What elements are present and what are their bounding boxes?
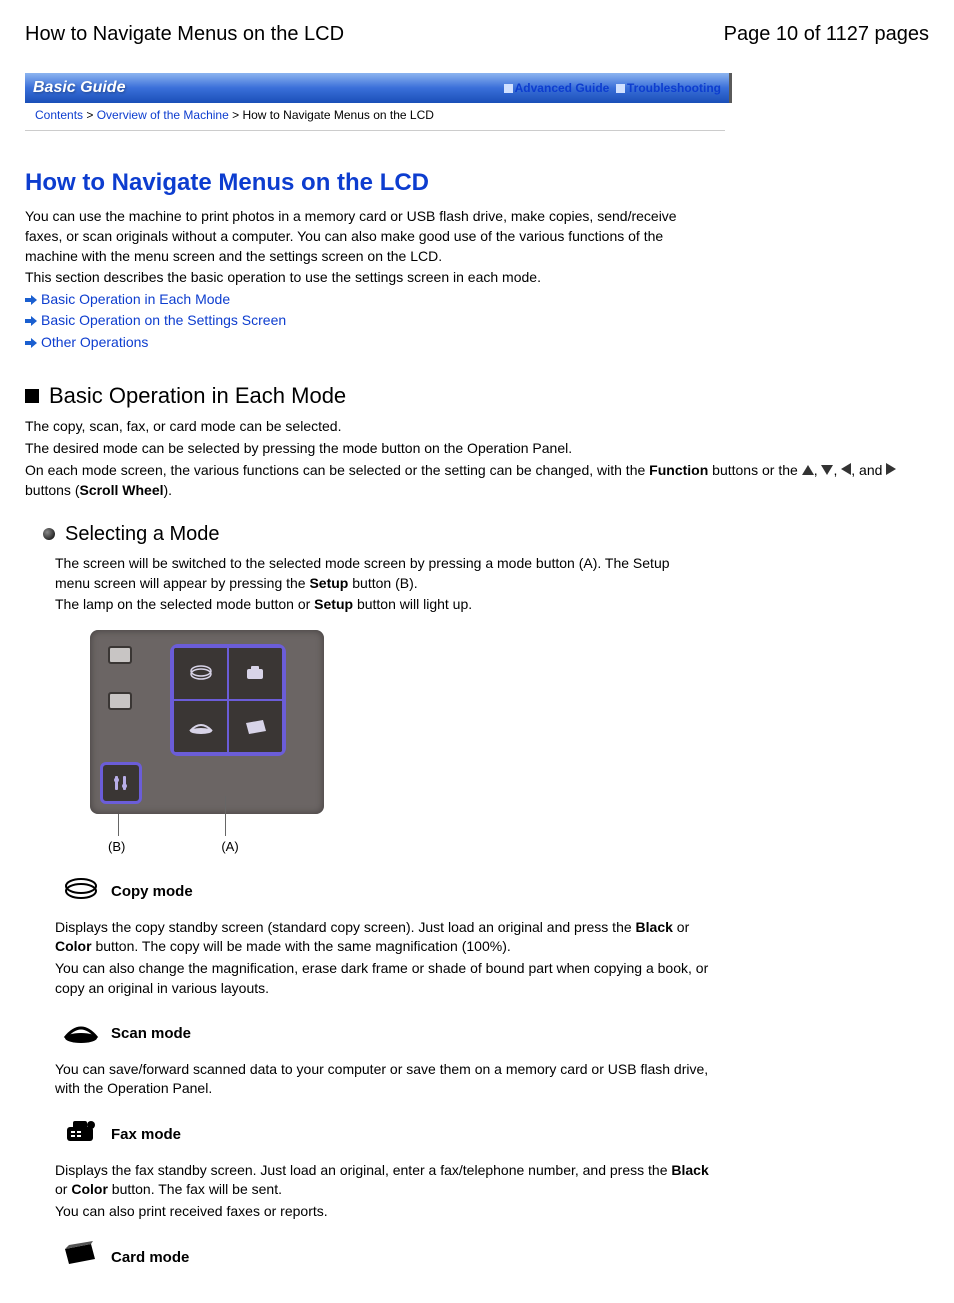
callouts: (B) (A) [108,838,929,856]
scan-mode-heading: Scan mode [61,1016,929,1052]
guide-banner: Basic Guide Advanced Guide Troubleshooti… [25,73,732,103]
anchor-settings-screen[interactable]: Basic Operation on the Settings Screen [41,311,286,331]
banner-links: Advanced Guide Troubleshooting [504,80,721,97]
copy-grid-icon [173,647,228,700]
arrow-right-icon [25,338,37,348]
scan-mode-icon [61,1016,101,1052]
s1-p2: The desired mode can be selected by pres… [25,439,929,459]
indicator-button-icon [108,646,132,664]
anchor-other-ops[interactable]: Other Operations [41,333,148,353]
callout-b: (B) [108,838,125,856]
page-title: How to Navigate Menus on the LCD [25,166,929,200]
s1-p3: On each mode screen, the various functio… [25,461,929,501]
banner-title: Basic Guide [33,77,125,99]
sel-p2: The lamp on the selected mode button or … [55,595,929,615]
callout-a: (A) [221,838,238,856]
callout-line [118,814,119,836]
triangle-left-icon [841,461,851,481]
anchor-link-row: Other Operations [25,333,929,353]
copy-p2: You can also change the magnification, e… [55,959,715,998]
copy-mode-icon [61,874,101,910]
intro-p1: You can use the machine to print photos … [25,207,685,266]
sel-p1: The screen will be switched to the selec… [55,554,695,593]
card-grid-icon [228,700,283,753]
troubleshooting-link[interactable]: Troubleshooting [627,81,721,95]
fax-p2: You can also print received faxes or rep… [55,1202,929,1222]
arrow-right-icon [25,316,37,326]
anchor-basic-each-mode[interactable]: Basic Operation in Each Mode [41,290,230,310]
doc-title: How to Navigate Menus on the LCD [25,20,344,48]
square-bullet-icon [25,389,39,403]
subsection-selecting-mode: Selecting a Mode [43,520,929,548]
breadcrumb-overview[interactable]: Overview of the Machine [97,108,229,122]
square-bullet-icon [616,84,625,93]
advanced-guide-link[interactable]: Advanced Guide [515,81,610,95]
intro-p2: This section describes the basic operati… [25,268,929,288]
triangle-up-icon [802,461,814,481]
triangle-down-icon [821,461,833,481]
scan-p1: You can save/forward scanned data to you… [55,1060,715,1099]
copy-mode-heading: Copy mode [61,874,929,910]
breadcrumb: Contents > Overview of the Machine > How… [25,103,725,131]
fax-grid-icon [228,647,283,700]
callout-line [225,796,226,836]
anchor-link-row: Basic Operation on the Settings Screen [25,311,929,331]
card-mode-icon [61,1239,101,1275]
fax-mode-icon [61,1117,101,1153]
s1-p1: The copy, scan, fax, or card mode can be… [25,417,929,437]
anchor-link-row: Basic Operation in Each Mode [25,290,929,310]
scan-grid-icon [173,700,228,753]
breadcrumb-contents[interactable]: Contents [35,108,83,122]
operation-panel-figure: (B) (A) [90,630,929,856]
setup-button-icon [100,762,142,804]
indicator-button-icon [108,692,132,710]
panel-box [90,630,324,814]
triangle-right-icon [886,461,896,481]
page-number: Page 10 of 1127 pages [724,20,929,48]
breadcrumb-current: How to Navigate Menus on the LCD [242,108,433,122]
dot-bullet-icon [43,528,55,540]
copy-p1: Displays the copy standby screen (standa… [55,918,715,957]
mode-button-grid [170,644,286,756]
section-basic-operation: Basic Operation in Each Mode [25,381,929,412]
card-mode-heading: Card mode [61,1239,929,1275]
square-bullet-icon [504,84,513,93]
fax-mode-heading: Fax mode [61,1117,929,1153]
fax-p1: Displays the fax standby screen. Just lo… [55,1161,715,1200]
arrow-right-icon [25,295,37,305]
page-header: How to Navigate Menus on the LCD Page 10… [25,20,929,48]
